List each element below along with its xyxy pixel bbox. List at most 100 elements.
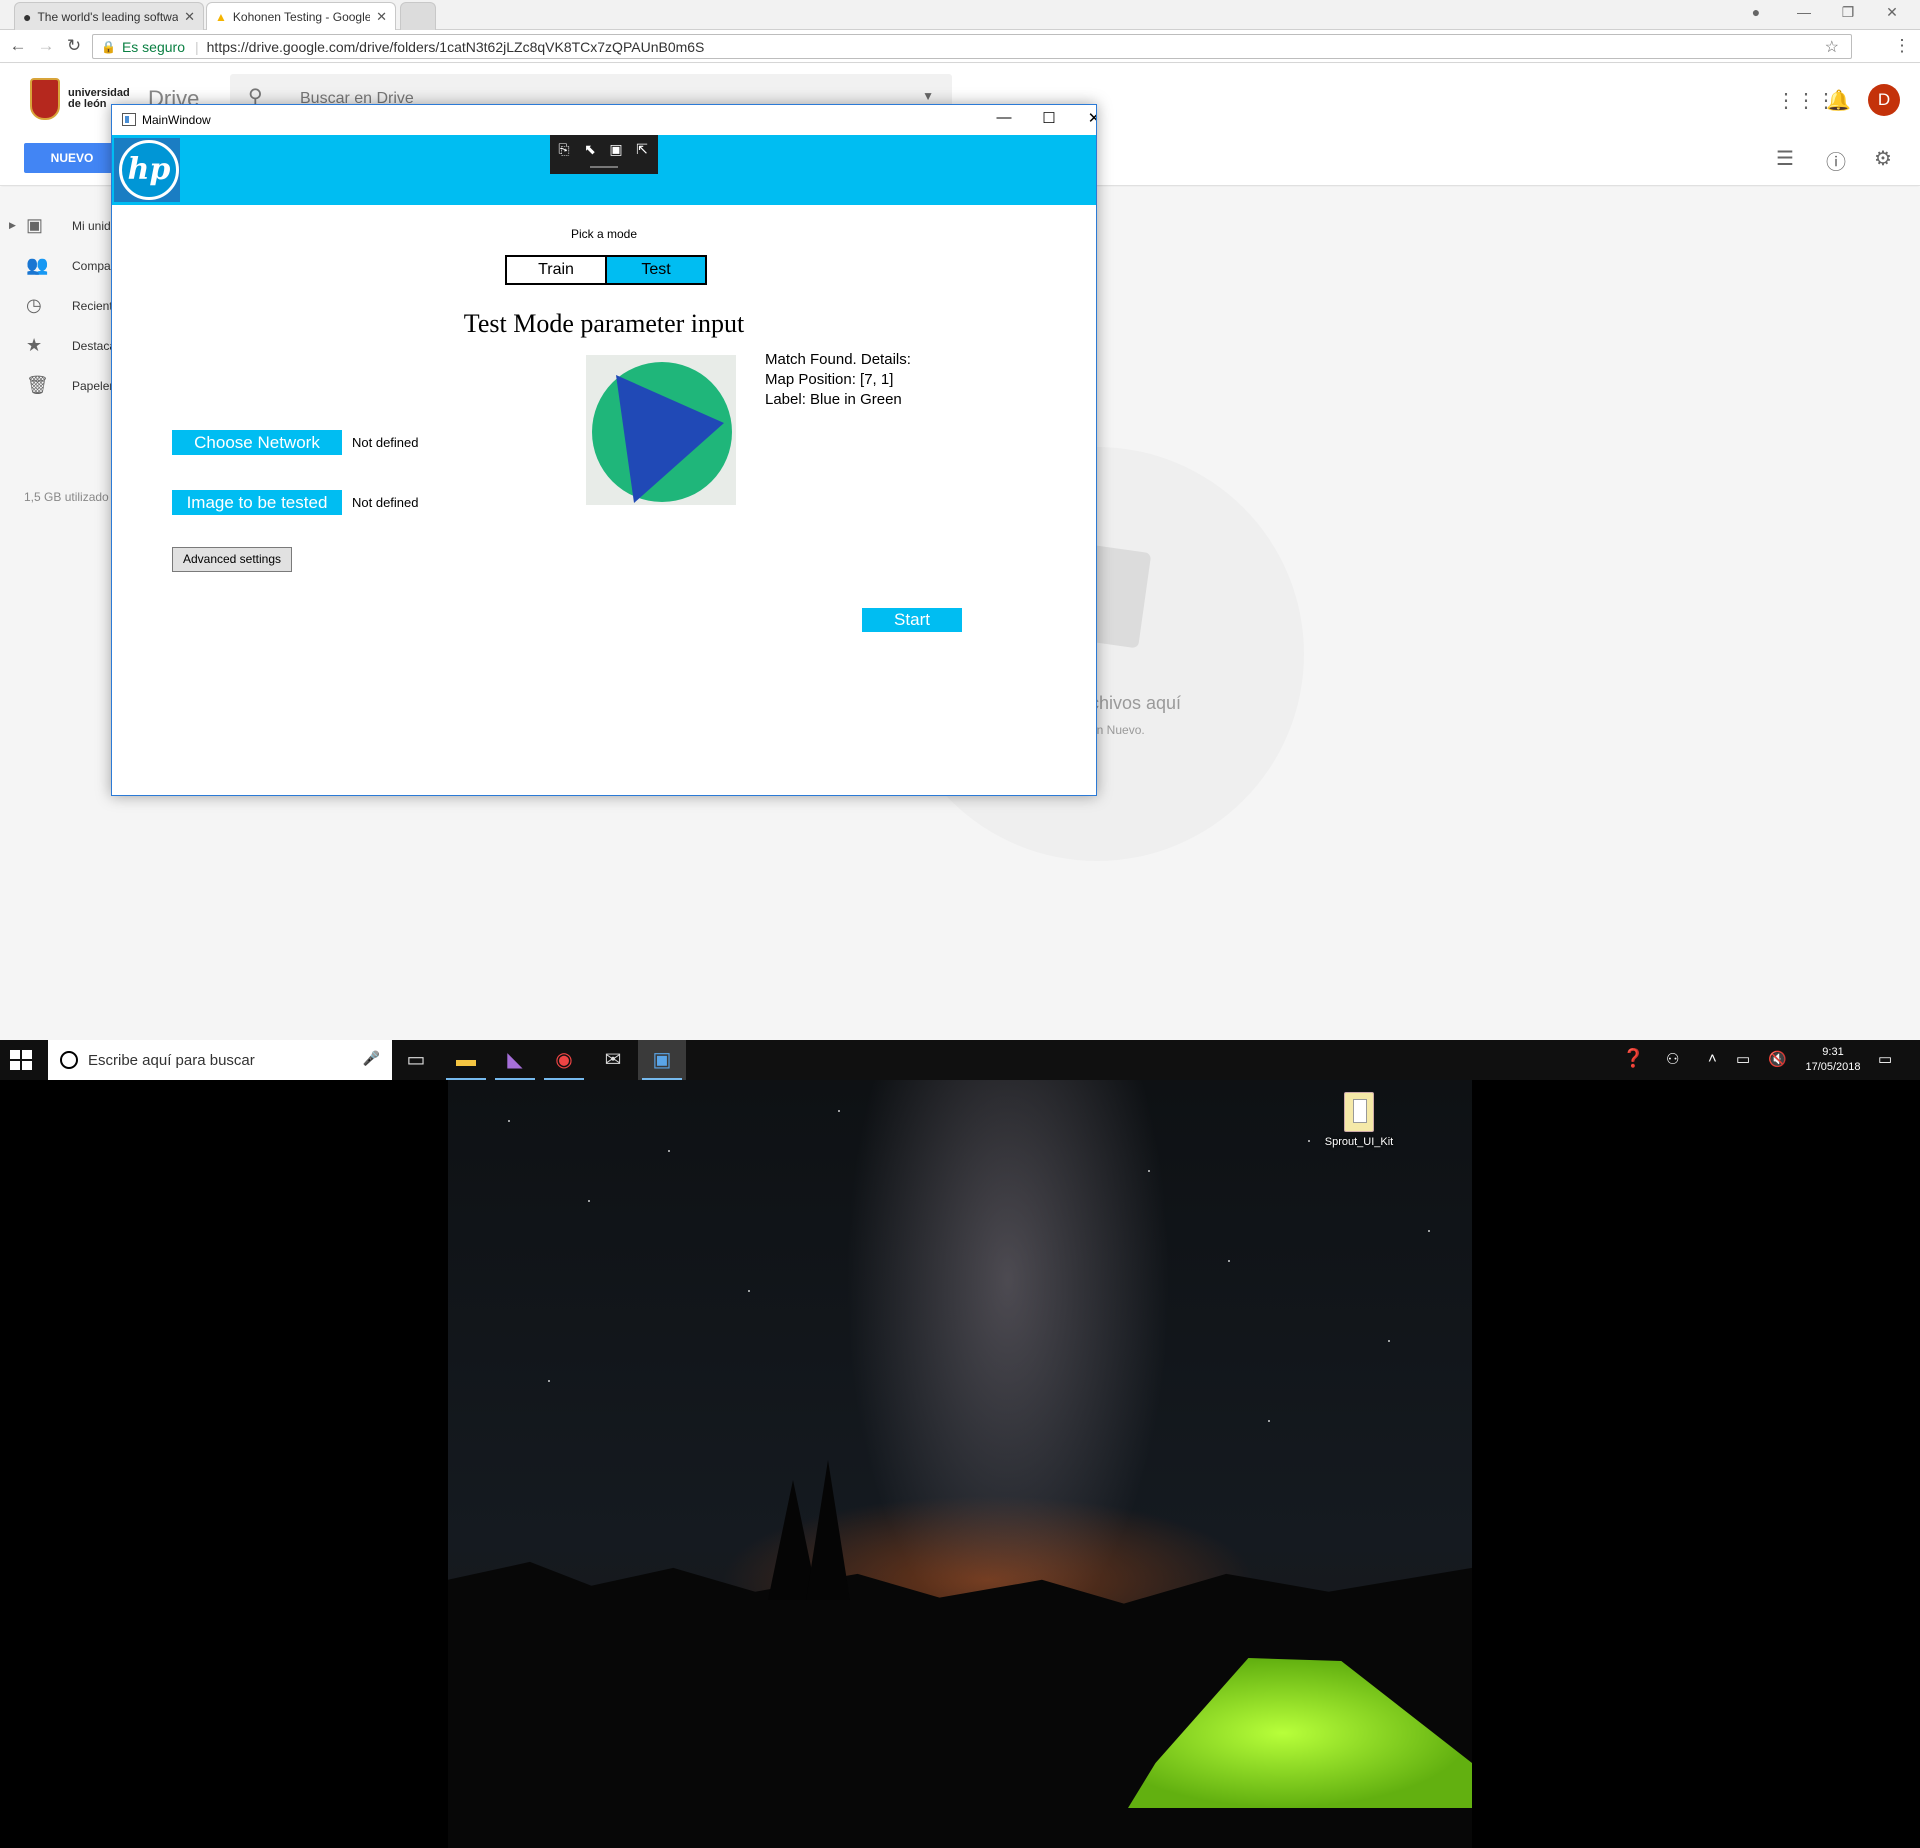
close-icon[interactable]: ✕ — [1872, 4, 1912, 21]
settings-gear-icon[interactable]: ⚙ — [1874, 146, 1892, 171]
wallpaper-image — [448, 1080, 1472, 1848]
advanced-settings-button[interactable]: Advanced settings — [172, 547, 292, 572]
sidebar-item-my-drive[interactable]: ▣ Mi unidad — [0, 213, 124, 241]
drag-handle[interactable] — [590, 166, 618, 168]
file-icon — [1344, 1092, 1374, 1132]
clock-icon: ◷ — [26, 295, 42, 315]
address-bar[interactable]: 🔒 Es seguro | https://drive.google.com/d… — [92, 34, 1852, 59]
action-center-icon[interactable]: ▭ — [1878, 1050, 1892, 1068]
blue-triangle-icon — [616, 375, 724, 503]
sidebar-item-shared[interactable]: 👥 Compartido conmigo — [0, 253, 183, 281]
new-tab-button[interactable] — [400, 2, 436, 30]
taskbar-search-box[interactable]: Escribe aquí para buscar 🎤 — [48, 1040, 392, 1080]
match-result: Match Found. Details: Map Position: [7, … — [765, 350, 911, 410]
lock-icon: 🔒 — [101, 39, 116, 54]
test-mode-button[interactable]: Test — [605, 257, 705, 283]
star — [1428, 1230, 1430, 1232]
cortana-icon — [60, 1051, 78, 1069]
desktop-icon-label: Sprout_UI_Kit — [1324, 1136, 1394, 1148]
empty-state-subtitle: ón Nuevo. — [1090, 723, 1145, 737]
help-icon[interactable]: ❓ — [1622, 1048, 1644, 1069]
image-status: Not defined — [352, 495, 419, 510]
chevron-down-icon[interactable]: ▼ — [922, 89, 934, 103]
taskbar-search-placeholder: Escribe aquí para buscar — [88, 1052, 255, 1069]
star — [1228, 1260, 1230, 1262]
tab-title: The world's leading software — [37, 9, 179, 24]
bookmark-star-icon[interactable]: ☆ — [1825, 37, 1839, 57]
desktop: Sprout_UI_Kit — [0, 1080, 1920, 1848]
star — [838, 1110, 840, 1112]
main-window: MainWindow — ☐ ✕ hp ⎘ ⬉ ▣ ⇱ Pick a mode … — [111, 104, 1097, 796]
notifications-icon[interactable]: 🔔 — [1826, 88, 1851, 113]
tab-github[interactable]: ● The world's leading software ✕ — [14, 2, 204, 30]
microphone-icon[interactable]: 🎤 — [363, 1050, 380, 1067]
star — [588, 1200, 590, 1202]
star — [1148, 1170, 1150, 1172]
debug-toolbar: ⎘ ⬉ ▣ ⇱ — [550, 135, 658, 174]
hp-logo-icon: hp — [119, 140, 179, 200]
windows-taskbar: Escribe aquí para buscar 🎤 ▭ ▬ ◣ ◉ ✉ ▣ ❓… — [0, 1040, 1920, 1080]
sidebar-item-starred[interactable]: ★ Destacados — [0, 333, 135, 361]
app-window-icon[interactable]: ▣ — [638, 1040, 686, 1080]
restore-icon[interactable]: ❐ — [1828, 4, 1868, 21]
result-line: Map Position: [7, 1] — [765, 371, 894, 388]
secure-label: Es seguro — [121, 38, 185, 55]
close-icon[interactable]: ✕ — [184, 9, 195, 25]
mode-toggle: Train Test — [505, 255, 707, 285]
trash-icon: 🗑 — [26, 375, 49, 395]
chevron-up-icon[interactable]: ˄ — [1708, 1050, 1717, 1067]
start-button[interactable]: Start — [862, 608, 962, 632]
app-header-bar: hp ⎘ ⬉ ▣ ⇱ — [112, 135, 1096, 205]
close-icon[interactable]: ✕ — [376, 9, 387, 25]
task-view-icon[interactable]: ▭ — [392, 1040, 440, 1080]
drive-icon: ▲ — [215, 9, 227, 24]
network-status: Not defined — [352, 435, 419, 450]
sidebar-item-recent[interactable]: ◷ Recientes — [0, 293, 125, 321]
profile-icon[interactable]: ● — [1736, 4, 1776, 20]
window-titlebar[interactable]: MainWindow — ☐ ✕ — [112, 105, 1096, 135]
minimize-icon[interactable]: — — [1784, 4, 1824, 20]
volume-muted-icon[interactable]: 🔇 — [1768, 1050, 1787, 1068]
reload-icon[interactable]: ↻ — [62, 36, 86, 56]
test-image-preview — [586, 355, 736, 505]
tab-drive[interactable]: ▲ Kohonen Testing - Google Drive ✕ — [206, 2, 396, 30]
image-to-test-button[interactable]: Image to be tested — [172, 490, 342, 515]
app-window-icon — [122, 113, 136, 126]
minimize-icon[interactable]: — — [984, 109, 1024, 126]
maximize-icon[interactable]: ☐ — [1029, 109, 1069, 127]
choose-network-button[interactable]: Choose Network — [172, 430, 342, 455]
system-clock[interactable]: 9:31 17/05/2018 — [1790, 1045, 1876, 1075]
select-element-icon[interactable]: ⬉ — [580, 141, 600, 157]
clock-time: 9:31 — [1822, 1046, 1844, 1058]
tab-title: Kohonen Testing - Google Drive — [232, 9, 371, 24]
star — [508, 1120, 510, 1122]
forward-icon[interactable]: → — [34, 36, 58, 56]
close-icon[interactable]: ✕ — [1074, 109, 1096, 127]
back-icon[interactable]: ← — [6, 36, 30, 56]
network-icon[interactable]: ▭ — [1736, 1050, 1750, 1068]
people-icon[interactable]: ⚇ — [1666, 1050, 1679, 1068]
people-icon: 👥 — [26, 255, 49, 275]
sidebar-item-trash[interactable]: 🗑 Papelera — [0, 373, 120, 401]
star — [1308, 1140, 1310, 1142]
layout-adorner-icon[interactable]: ▣ — [606, 141, 626, 157]
star — [748, 1290, 750, 1292]
windows-start-icon[interactable] — [10, 1050, 32, 1070]
menu-icon[interactable]: ⋮ — [1890, 36, 1914, 56]
window-title: MainWindow — [142, 113, 211, 127]
chrome-icon[interactable]: ◉ — [540, 1040, 588, 1080]
info-icon[interactable]: ⓘ — [1826, 146, 1846, 175]
visual-studio-icon[interactable]: ◣ — [491, 1040, 539, 1080]
new-button[interactable]: NUEVO — [24, 143, 120, 173]
star — [548, 1380, 550, 1382]
separator: | — [195, 38, 199, 55]
list-view-icon[interactable]: ☰ — [1776, 146, 1794, 171]
mail-icon[interactable]: ✉ — [589, 1040, 637, 1080]
live-tree-icon[interactable]: ⎘ — [554, 141, 574, 157]
star — [1388, 1340, 1390, 1342]
file-explorer-icon[interactable]: ▬ — [442, 1040, 490, 1080]
avatar[interactable]: D — [1868, 84, 1900, 116]
desktop-file-icon[interactable]: Sprout_UI_Kit — [1320, 1092, 1398, 1148]
train-mode-button[interactable]: Train — [507, 257, 605, 283]
track-focus-icon[interactable]: ⇱ — [632, 141, 652, 157]
